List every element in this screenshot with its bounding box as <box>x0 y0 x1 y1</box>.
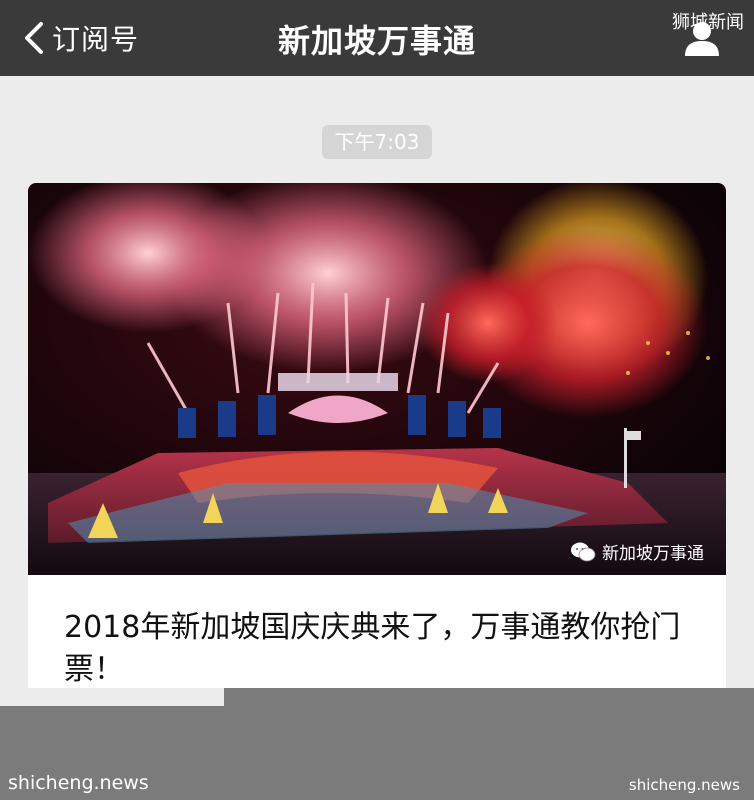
wechat-icon <box>571 542 596 561</box>
person-icon[interactable] <box>682 18 722 58</box>
page-title: 新加坡万事通 <box>277 22 476 60</box>
article-title[interactable]: 2018年新加坡国庆庆典来了，万事通教你抢门票！ <box>64 607 694 691</box>
cover-image <box>28 183 726 575</box>
brand-label: 新加坡万事通 <box>602 544 704 564</box>
timestamp-badge: 下午7:03 <box>322 125 432 159</box>
brand-watermark: 新加坡万事通 <box>570 539 704 564</box>
article-card[interactable]: 新加坡万事通 2018年新加坡国庆庆典来了，万事通教你抢门票！ <box>28 183 726 703</box>
watermark-bottom-left: shicheng.news <box>8 772 149 794</box>
chat-area: 下午7:03 新加坡万事通 2018年新加坡国庆庆典来了，万事通教你抢门票！ <box>0 76 754 703</box>
watermark-bottom-right: shicheng.news <box>628 776 740 794</box>
card-edge <box>0 688 224 706</box>
nav-bar: 订阅号 新加坡万事通 狮城新闻 <box>0 0 754 76</box>
